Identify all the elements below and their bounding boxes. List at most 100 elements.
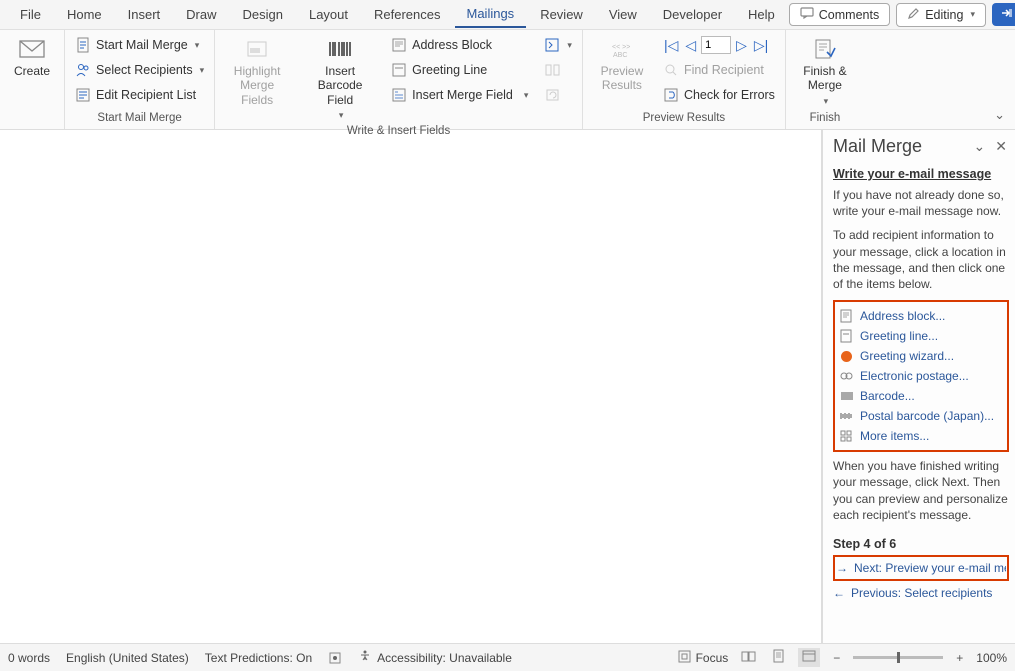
finish-group-label: Finish	[792, 112, 858, 126]
menu-layout[interactable]: Layout	[297, 2, 360, 27]
close-icon[interactable]: ✕	[993, 136, 1009, 157]
accessibility-status[interactable]: Accessibility: Unavailable	[358, 649, 512, 666]
record-input[interactable]	[701, 36, 731, 54]
greeting-line-link[interactable]: Greeting line...	[837, 326, 1005, 346]
electronic-postage-link[interactable]: Electronic postage...	[837, 366, 1005, 386]
select-recipients-label: Select Recipients	[96, 63, 193, 77]
highlight-fields-button[interactable]: Highlight Merge Fields	[221, 33, 293, 111]
barcode-link[interactable]: Barcode...	[837, 386, 1005, 406]
insert-barcode-button[interactable]: Insert Barcode Field ▾	[297, 33, 383, 125]
ribbon: Create Start Mail Merge▾ Select Recipien…	[0, 30, 1015, 130]
chevron-down-icon: ▾	[824, 96, 829, 107]
pane-options-icon[interactable]: ⌄	[972, 136, 988, 157]
more-items-link-label: More items...	[860, 429, 929, 443]
address-block-link-label: Address block...	[860, 309, 945, 323]
address-block-button[interactable]: Address Block	[387, 33, 532, 57]
chevron-down-icon: ▾	[195, 40, 200, 51]
pane-text-1: If you have not already done so, write y…	[833, 187, 1009, 219]
read-mode-icon[interactable]	[738, 650, 759, 666]
document-icon	[839, 329, 853, 343]
barcode-label: Insert Barcode Field	[305, 64, 375, 107]
check-errors-button[interactable]: Check for Errors	[659, 83, 779, 107]
start-group-label: Start Mail Merge	[71, 112, 208, 126]
menu-insert[interactable]: Insert	[116, 2, 173, 27]
chevron-down-icon: ▾	[339, 110, 344, 121]
greeting-line-button[interactable]: Greeting Line	[387, 58, 532, 82]
web-layout-icon[interactable]	[798, 648, 820, 667]
menu-review[interactable]: Review	[528, 2, 595, 27]
rules-icon	[544, 37, 560, 53]
editing-label: Editing	[925, 8, 963, 22]
first-record-icon[interactable]: |◁	[662, 37, 680, 54]
comments-label: Comments	[819, 8, 879, 22]
print-layout-icon[interactable]	[769, 649, 788, 666]
finish-merge-button[interactable]: Finish & Merge▾	[792, 33, 858, 111]
electronic-postage-link-label: Electronic postage...	[860, 369, 969, 383]
finish-icon	[811, 37, 839, 61]
more-items-link[interactable]: More items...	[837, 426, 1005, 446]
barcode-icon	[839, 389, 853, 403]
match-fields-button[interactable]	[540, 58, 576, 82]
create-button[interactable]: Create	[6, 33, 58, 82]
document-canvas[interactable]	[0, 130, 823, 643]
match-fields-icon	[544, 62, 560, 78]
editing-button[interactable]: Editing ▾	[896, 3, 986, 27]
menu-design[interactable]: Design	[231, 2, 295, 27]
start-mail-merge-button[interactable]: Start Mail Merge▾	[71, 33, 208, 57]
update-labels-button[interactable]	[540, 83, 576, 107]
last-record-icon[interactable]: ▷|	[752, 37, 770, 54]
group-label	[6, 124, 58, 126]
edit-recipients-label: Edit Recipient List	[96, 88, 196, 102]
comments-button[interactable]: Comments	[789, 3, 890, 26]
menu-help[interactable]: Help	[736, 2, 787, 27]
share-button[interactable]: ▾	[992, 3, 1015, 26]
zoom-level[interactable]: 100%	[976, 651, 1007, 665]
menu-bar: File Home Insert Draw Design Layout Refe…	[0, 0, 1015, 30]
select-recipients-button[interactable]: Select Recipients ▾	[71, 58, 208, 82]
postal-barcode-jp-link[interactable]: Postal barcode (Japan)...	[837, 406, 1005, 426]
rules-button[interactable]: ▾	[540, 33, 576, 57]
people-icon	[75, 62, 91, 78]
preview-results-button[interactable]: << >>ABC Preview Results	[589, 33, 655, 97]
next-record-icon[interactable]: ▷	[734, 37, 749, 54]
zoom-out-button[interactable]: −	[830, 651, 843, 665]
pane-text-3: When you have finished writing your mess…	[833, 458, 1009, 523]
arrow-right-icon: →	[836, 561, 848, 575]
address-block-icon	[391, 37, 407, 53]
highlight-label: Highlight Merge Fields	[229, 64, 285, 107]
menu-draw[interactable]: Draw	[174, 2, 228, 27]
pane-text-2: To add recipient information to your mes…	[833, 227, 1009, 292]
address-block-link[interactable]: Address block...	[837, 306, 1005, 326]
barcode-icon	[326, 37, 354, 61]
menu-mailings[interactable]: Mailings	[455, 1, 527, 28]
greeting-wizard-link[interactable]: Greeting wizard...	[837, 346, 1005, 366]
pane-section-title: Write your e-mail message	[833, 167, 1009, 181]
wizard-icon	[839, 349, 853, 363]
next-step-label: Next: Preview your e-mail me	[854, 561, 1006, 575]
menu-view[interactable]: View	[597, 2, 649, 27]
barcode-link-label: Barcode...	[860, 389, 915, 403]
collapse-ribbon-icon[interactable]: ⌄	[994, 107, 1005, 123]
menu-developer[interactable]: Developer	[651, 2, 734, 27]
menu-file[interactable]: File	[8, 2, 53, 27]
mail-merge-pane: Mail Merge ⌄ ✕ Write your e-mail message…	[823, 130, 1015, 643]
menu-home[interactable]: Home	[55, 2, 114, 27]
text-predictions-status[interactable]: Text Predictions: On	[205, 651, 312, 665]
language-status[interactable]: English (United States)	[66, 651, 189, 665]
pencil-icon	[907, 7, 920, 23]
chevron-down-icon: ▾	[200, 65, 205, 76]
zoom-slider[interactable]	[853, 656, 943, 659]
next-step-link[interactable]: → Next: Preview your e-mail me	[836, 559, 1006, 577]
macro-record-icon[interactable]	[328, 651, 342, 665]
find-recipient-button[interactable]: Find Recipient	[659, 58, 779, 82]
chevron-down-icon: ▾	[970, 9, 975, 20]
zoom-in-button[interactable]: +	[953, 651, 966, 665]
prev-record-icon[interactable]: ◁	[683, 37, 698, 54]
insert-merge-field-button[interactable]: Insert Merge Field ▾	[387, 83, 532, 107]
preview-group-label: Preview Results	[589, 112, 779, 126]
previous-step-link[interactable]: ← Previous: Select recipients	[833, 584, 1009, 602]
menu-references[interactable]: References	[362, 2, 452, 27]
focus-mode-button[interactable]: Focus	[678, 650, 729, 666]
word-count[interactable]: 0 words	[8, 651, 50, 665]
edit-recipients-button[interactable]: Edit Recipient List	[71, 83, 208, 107]
